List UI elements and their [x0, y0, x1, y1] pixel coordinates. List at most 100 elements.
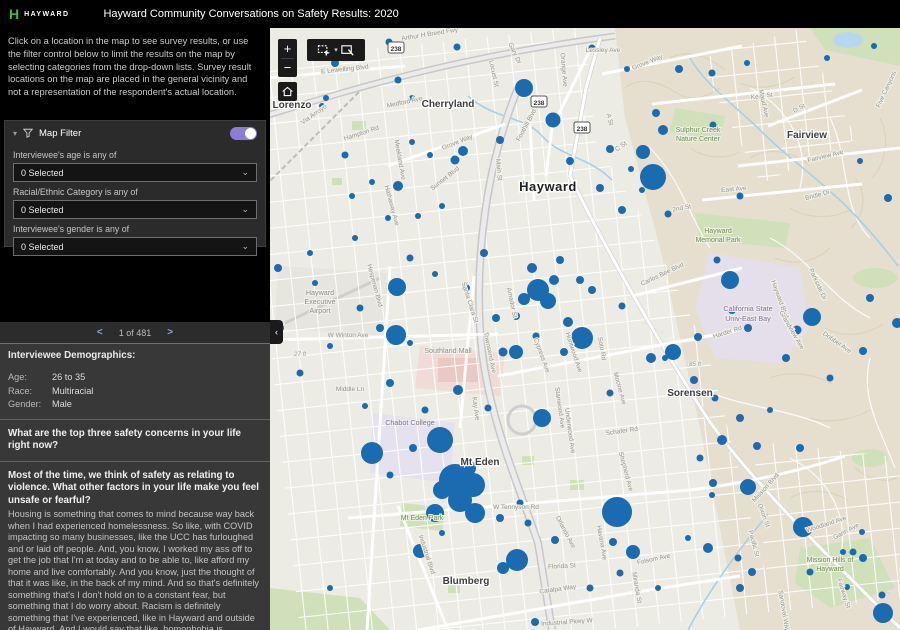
survey-point[interactable] — [393, 181, 403, 191]
survey-point[interactable] — [496, 514, 504, 522]
survey-point[interactable] — [748, 568, 756, 576]
survey-point[interactable] — [685, 535, 691, 541]
survey-point[interactable] — [427, 427, 453, 453]
survey-point[interactable] — [703, 543, 713, 553]
survey-point[interactable] — [640, 164, 666, 190]
age-select[interactable]: 0 Selected ⌄ — [13, 163, 257, 182]
survey-point[interactable] — [662, 355, 668, 361]
survey-point[interactable] — [850, 549, 857, 556]
survey-point[interactable] — [496, 136, 504, 144]
survey-point[interactable] — [323, 95, 329, 101]
survey-point[interactable] — [735, 555, 742, 562]
survey-point[interactable] — [531, 618, 539, 626]
filter-toggle[interactable] — [230, 127, 257, 140]
survey-point[interactable] — [639, 187, 645, 193]
survey-point[interactable] — [549, 275, 559, 285]
survey-point[interactable] — [884, 194, 892, 202]
survey-point[interactable] — [342, 152, 349, 159]
zoom-out-button[interactable]: − — [278, 59, 297, 78]
survey-point[interactable] — [717, 435, 727, 445]
survey-point[interactable] — [422, 407, 429, 414]
survey-point[interactable] — [307, 250, 313, 256]
survey-point[interactable] — [709, 70, 716, 77]
survey-point[interactable] — [433, 481, 451, 499]
survey-point[interactable] — [879, 592, 886, 599]
survey-point[interactable] — [782, 354, 790, 362]
survey-point[interactable] — [602, 497, 632, 527]
survey-point[interactable] — [518, 293, 530, 305]
survey-point[interactable] — [453, 385, 463, 395]
survey-point[interactable] — [533, 409, 551, 427]
survey-point[interactable] — [376, 324, 384, 332]
survey-point[interactable] — [439, 530, 445, 536]
survey-point[interactable] — [767, 407, 773, 413]
survey-point[interactable] — [297, 370, 304, 377]
survey-point[interactable] — [327, 343, 333, 349]
survey-point[interactable] — [652, 109, 660, 117]
survey-point[interactable] — [566, 157, 574, 165]
survey-point[interactable] — [617, 570, 624, 577]
survey-point[interactable] — [361, 442, 383, 464]
survey-point[interactable] — [618, 206, 626, 214]
survey-point[interactable] — [454, 44, 461, 51]
survey-point[interactable] — [690, 376, 698, 384]
survey-point[interactable] — [606, 145, 614, 153]
survey-point[interactable] — [824, 55, 830, 61]
survey-point[interactable] — [458, 146, 468, 156]
survey-point[interactable] — [655, 585, 661, 591]
survey-point[interactable] — [386, 325, 406, 345]
survey-point[interactable] — [721, 271, 739, 289]
survey-point[interactable] — [675, 65, 683, 73]
survey-point[interactable] — [427, 152, 433, 158]
survey-point[interactable] — [827, 375, 834, 382]
clear-selection-button[interactable] — [340, 43, 355, 58]
survey-point[interactable] — [362, 403, 368, 409]
survey-point[interactable] — [386, 379, 394, 387]
survey-point[interactable] — [619, 303, 626, 310]
select-by-rectangle-button[interactable] — [317, 43, 332, 58]
survey-point[interactable] — [753, 442, 761, 450]
survey-point[interactable] — [859, 554, 867, 562]
survey-point[interactable] — [546, 113, 561, 128]
survey-point[interactable] — [866, 294, 874, 302]
zoom-in-button[interactable]: + — [278, 39, 297, 58]
survey-point[interactable] — [803, 308, 821, 326]
survey-point[interactable] — [665, 211, 672, 218]
survey-point[interactable] — [415, 213, 421, 219]
survey-point[interactable] — [525, 520, 532, 527]
survey-point[interactable] — [407, 340, 413, 346]
survey-point[interactable] — [709, 492, 715, 498]
collapse-caret-icon[interactable]: ▾ — [13, 129, 17, 138]
survey-point[interactable] — [540, 293, 556, 309]
survey-point[interactable] — [395, 77, 402, 84]
survey-point[interactable] — [515, 79, 533, 97]
survey-point[interactable] — [409, 139, 415, 145]
survey-point[interactable] — [588, 286, 596, 294]
sidebar-collapse-button[interactable]: ‹ — [270, 320, 283, 344]
survey-point[interactable] — [563, 317, 573, 327]
next-page-button[interactable]: > — [167, 327, 173, 338]
survey-point[interactable] — [480, 249, 488, 257]
survey-point[interactable] — [497, 562, 509, 574]
survey-point[interactable] — [607, 390, 614, 397]
survey-point[interactable] — [274, 264, 282, 272]
map-canvas[interactable]: 238238238 E Lewelling BlvdVia ArroyoHamp… — [270, 28, 900, 630]
survey-point[interactable] — [859, 529, 865, 535]
survey-point[interactable] — [714, 257, 721, 264]
survey-point[interactable] — [485, 405, 492, 412]
home-button[interactable] — [278, 82, 297, 101]
survey-point[interactable] — [439, 203, 445, 209]
survey-point[interactable] — [744, 324, 752, 332]
survey-point[interactable] — [740, 479, 756, 495]
survey-point[interactable] — [658, 125, 668, 135]
survey-point[interactable] — [840, 549, 846, 555]
survey-point[interactable] — [736, 414, 744, 422]
survey-point[interactable] — [465, 503, 485, 523]
survey-point[interactable] — [873, 603, 893, 623]
survey-point[interactable] — [871, 43, 877, 49]
survey-point[interactable] — [509, 345, 523, 359]
survey-point[interactable] — [506, 549, 528, 571]
survey-point[interactable] — [560, 348, 568, 356]
survey-point[interactable] — [626, 545, 640, 559]
survey-point[interactable] — [624, 66, 630, 72]
